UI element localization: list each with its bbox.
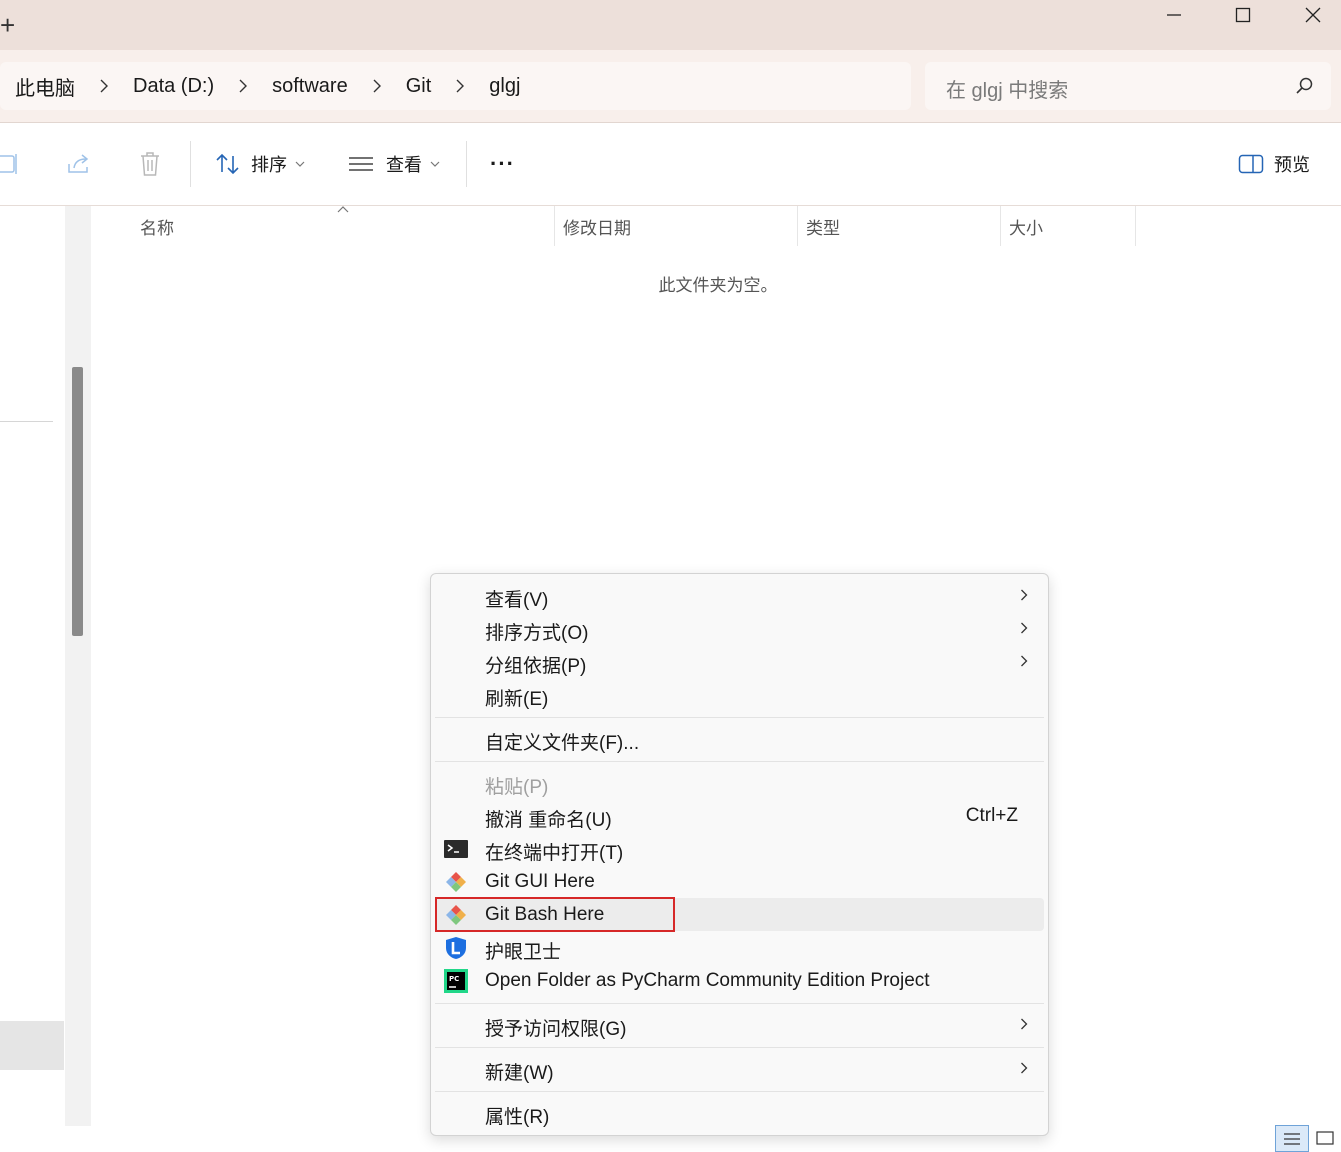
chevron-right-icon[interactable] bbox=[453, 79, 467, 93]
menu-separator bbox=[435, 1091, 1044, 1092]
column-header-modified[interactable]: 修改日期 bbox=[563, 214, 631, 239]
breadcrumb-data-drive[interactable]: Data (D:) bbox=[133, 75, 214, 98]
svg-text:PC: PC bbox=[449, 975, 459, 983]
column-separator[interactable] bbox=[1135, 206, 1136, 246]
nav-scrollbar-track[interactable] bbox=[65, 206, 91, 1126]
menu-item-git-gui[interactable]: Git GUI Here bbox=[435, 865, 1044, 898]
breadcrumb[interactable]: 此电脑 Data (D:) software Git glgj bbox=[0, 62, 911, 110]
menu-item-customize-folder[interactable]: 自定义文件夹(F)... bbox=[435, 722, 1044, 755]
chevron-right-icon bbox=[1021, 655, 1028, 667]
close-icon bbox=[1305, 7, 1321, 23]
breadcrumb-software[interactable]: software bbox=[272, 75, 348, 98]
delete-button[interactable] bbox=[138, 145, 162, 183]
chevron-right-icon bbox=[1021, 1018, 1028, 1030]
chevron-down-icon bbox=[295, 161, 305, 167]
minimize-icon bbox=[1167, 14, 1181, 16]
breadcrumb-glgj[interactable]: glgj bbox=[489, 75, 520, 98]
title-bar: + bbox=[0, 0, 1341, 50]
tiles-view-icon bbox=[1316, 1131, 1334, 1145]
eye-guard-shield-icon bbox=[446, 937, 466, 959]
search-icon[interactable] bbox=[1295, 76, 1315, 96]
terminal-icon bbox=[444, 840, 468, 858]
maximize-button[interactable] bbox=[1208, 0, 1278, 30]
more-icon: ··· bbox=[490, 151, 515, 176]
menu-item-eye-guard[interactable]: 护眼卫士 bbox=[435, 931, 1044, 964]
sort-label: 排序 bbox=[251, 155, 287, 175]
menu-separator bbox=[435, 1047, 1044, 1048]
menu-item-undo-rename[interactable]: 撤消 重命名(U) Ctrl+Z bbox=[435, 799, 1044, 832]
chevron-right-icon bbox=[1021, 1062, 1028, 1074]
command-bar: 排序 查看 ··· 预览 bbox=[0, 123, 1341, 206]
list-view-icon bbox=[349, 157, 373, 171]
context-menu: 查看(V) 排序方式(O) 分组依据(P) 刷新(E) 自定义文件夹(F)...… bbox=[430, 573, 1049, 1136]
chevron-right-icon bbox=[1021, 622, 1028, 634]
preview-label: 预览 bbox=[1274, 155, 1310, 175]
column-separator[interactable] bbox=[797, 206, 798, 246]
git-gui-icon bbox=[446, 872, 466, 892]
menu-item-paste[interactable]: 粘贴(P) bbox=[435, 766, 1044, 799]
chevron-right-icon[interactable] bbox=[236, 79, 250, 93]
sort-icon bbox=[216, 153, 239, 175]
menu-item-new[interactable]: 新建(W) bbox=[435, 1052, 1044, 1085]
toolbar-divider bbox=[190, 141, 191, 187]
share-button[interactable] bbox=[66, 145, 92, 183]
chevron-right-icon bbox=[1021, 589, 1028, 601]
menu-separator bbox=[435, 761, 1044, 762]
column-header-size[interactable]: 大小 bbox=[1009, 214, 1043, 239]
trash-icon bbox=[141, 152, 159, 176]
search-placeholder: 在 glgj 中搜索 bbox=[946, 80, 1069, 102]
new-tab-button[interactable]: + bbox=[0, 10, 15, 40]
column-header-type[interactable]: 类型 bbox=[806, 214, 840, 239]
breadcrumb-git[interactable]: Git bbox=[406, 75, 432, 98]
empty-folder-message: 此文件夹为空。 bbox=[658, 276, 778, 295]
share-icon bbox=[68, 154, 89, 173]
rename-button[interactable] bbox=[0, 145, 22, 183]
column-separator[interactable] bbox=[1000, 206, 1001, 246]
chevron-right-icon[interactable] bbox=[97, 79, 111, 93]
sort-button[interactable]: 排序 bbox=[215, 145, 305, 183]
nav-divider bbox=[0, 421, 53, 422]
view-label: 查看 bbox=[386, 155, 422, 175]
view-button[interactable]: 查看 bbox=[348, 145, 440, 183]
toolbar-divider bbox=[466, 141, 467, 187]
annotation-highlight-box bbox=[435, 897, 675, 932]
menu-item-view[interactable]: 查看(V) bbox=[435, 579, 1044, 612]
menu-item-sort-by[interactable]: 排序方式(O) bbox=[435, 612, 1044, 645]
nav-selected-item[interactable] bbox=[0, 1021, 64, 1070]
more-options-button[interactable]: ··· bbox=[490, 145, 515, 183]
preview-pane-button[interactable]: 预览 bbox=[1238, 145, 1310, 183]
pycharm-icon: PC bbox=[444, 969, 468, 993]
nav-scrollbar-thumb[interactable] bbox=[72, 367, 83, 636]
preview-pane-icon bbox=[1238, 154, 1264, 174]
menu-item-properties[interactable]: 属性(R) bbox=[435, 1096, 1044, 1129]
search-input[interactable]: 在 glgj 中搜索 bbox=[925, 62, 1331, 110]
close-button[interactable] bbox=[1278, 0, 1341, 30]
menu-item-grant-access[interactable]: 授予访问权限(G) bbox=[435, 1008, 1044, 1041]
menu-item-pycharm[interactable]: PC Open Folder as PyCharm Community Edit… bbox=[435, 964, 1044, 997]
column-header-name[interactable]: 名称 bbox=[140, 214, 174, 239]
menu-separator bbox=[435, 1003, 1044, 1004]
details-view-icon bbox=[1284, 1132, 1300, 1145]
menu-separator bbox=[435, 717, 1044, 718]
chevron-right-icon[interactable] bbox=[370, 79, 384, 93]
address-row: 此电脑 Data (D:) software Git glgj 在 glgj 中… bbox=[0, 50, 1341, 123]
menu-item-refresh[interactable]: 刷新(E) bbox=[435, 678, 1044, 711]
menu-item-group-by[interactable]: 分组依据(P) bbox=[435, 645, 1044, 678]
maximize-icon bbox=[1235, 7, 1251, 23]
details-view-button[interactable] bbox=[1275, 1125, 1309, 1152]
breadcrumb-this-pc[interactable]: 此电脑 bbox=[15, 72, 75, 101]
rename-icon bbox=[0, 154, 17, 174]
shortcut-label: Ctrl+Z bbox=[965, 805, 1018, 826]
tiles-view-button[interactable] bbox=[1314, 1128, 1336, 1148]
column-separator[interactable] bbox=[554, 206, 555, 246]
navigation-pane[interactable] bbox=[0, 206, 65, 1126]
minimize-button[interactable] bbox=[1139, 0, 1209, 30]
chevron-down-icon bbox=[430, 161, 440, 167]
menu-item-open-in-terminal[interactable]: 在终端中打开(T) bbox=[435, 832, 1044, 865]
sort-ascending-icon bbox=[337, 206, 349, 213]
